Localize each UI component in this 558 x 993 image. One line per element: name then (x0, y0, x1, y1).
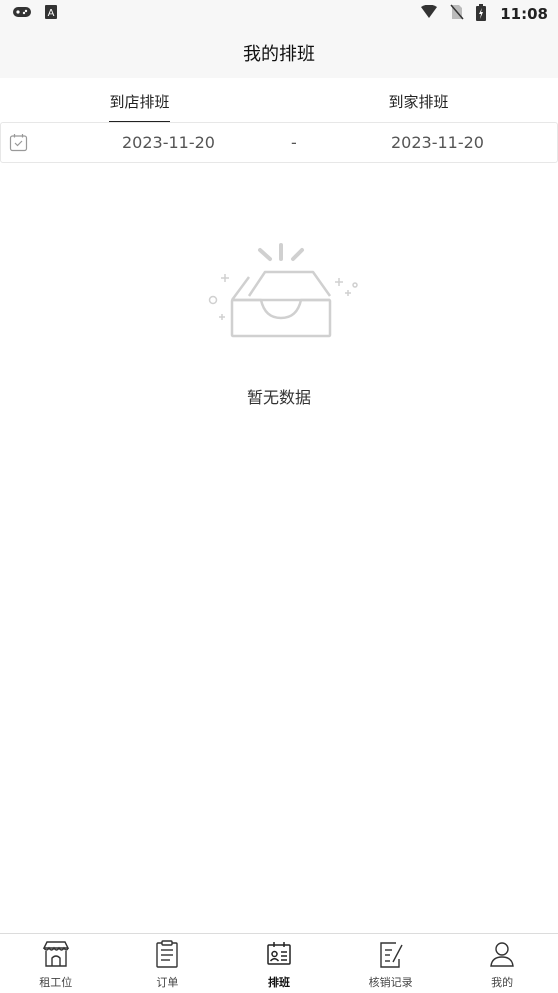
gamepad-icon (12, 5, 32, 23)
end-date[interactable]: 2023-11-20 (391, 133, 484, 152)
empty-state: 暂无数据 (0, 240, 558, 408)
nav-redeem-records-label: 核销记录 (368, 976, 413, 989)
tab-in-store[interactable]: 到店排班 (0, 82, 279, 123)
schedule-tabs: 到店排班 到家排班 (0, 82, 558, 123)
date-range-picker[interactable]: 2023-11-20 - 2023-11-20 (0, 122, 558, 163)
nav-schedule[interactable]: 排班 (223, 934, 335, 993)
svg-text:A: A (48, 8, 55, 19)
empty-state-text: 暂无数据 (246, 388, 311, 407)
store-icon (41, 940, 71, 972)
empty-box-icon (199, 240, 359, 344)
date-separator: - (291, 133, 297, 152)
wifi-icon (420, 4, 438, 23)
nav-bar: 我的排班 (0, 28, 558, 78)
nav-rent-workstation-label: 租工位 (39, 976, 73, 989)
nav-schedule-label: 排班 (267, 976, 290, 989)
nav-redeem-records[interactable]: 核销记录 (335, 934, 447, 993)
nav-orders[interactable]: 订单 (112, 934, 224, 993)
no-sim-icon (450, 4, 464, 24)
a-letter-icon: A (44, 4, 58, 24)
status-time: 11:08 (500, 5, 548, 23)
user-icon (487, 940, 517, 972)
clipboard-icon (152, 940, 182, 972)
record-icon (376, 940, 406, 972)
calendar-icon[interactable] (9, 133, 28, 156)
battery-charging-icon (476, 3, 487, 25)
status-bar: A 11:08 (0, 0, 558, 28)
tab-at-home[interactable]: 到家排班 (279, 82, 558, 122)
bottom-nav: 租工位 订单 排班 核销记录 我的 (0, 933, 558, 993)
start-date[interactable]: 2023-11-20 (122, 133, 215, 152)
nav-orders-label: 订单 (156, 976, 179, 989)
nav-mine-label: 我的 (491, 976, 514, 989)
nav-mine[interactable]: 我的 (446, 934, 558, 993)
schedule-icon (264, 940, 294, 972)
page-title: 我的排班 (243, 44, 315, 65)
nav-rent-workstation[interactable]: 租工位 (0, 934, 112, 993)
tab-at-home-label: 到家排班 (388, 92, 449, 111)
tab-in-store-label: 到店排班 (109, 91, 170, 123)
